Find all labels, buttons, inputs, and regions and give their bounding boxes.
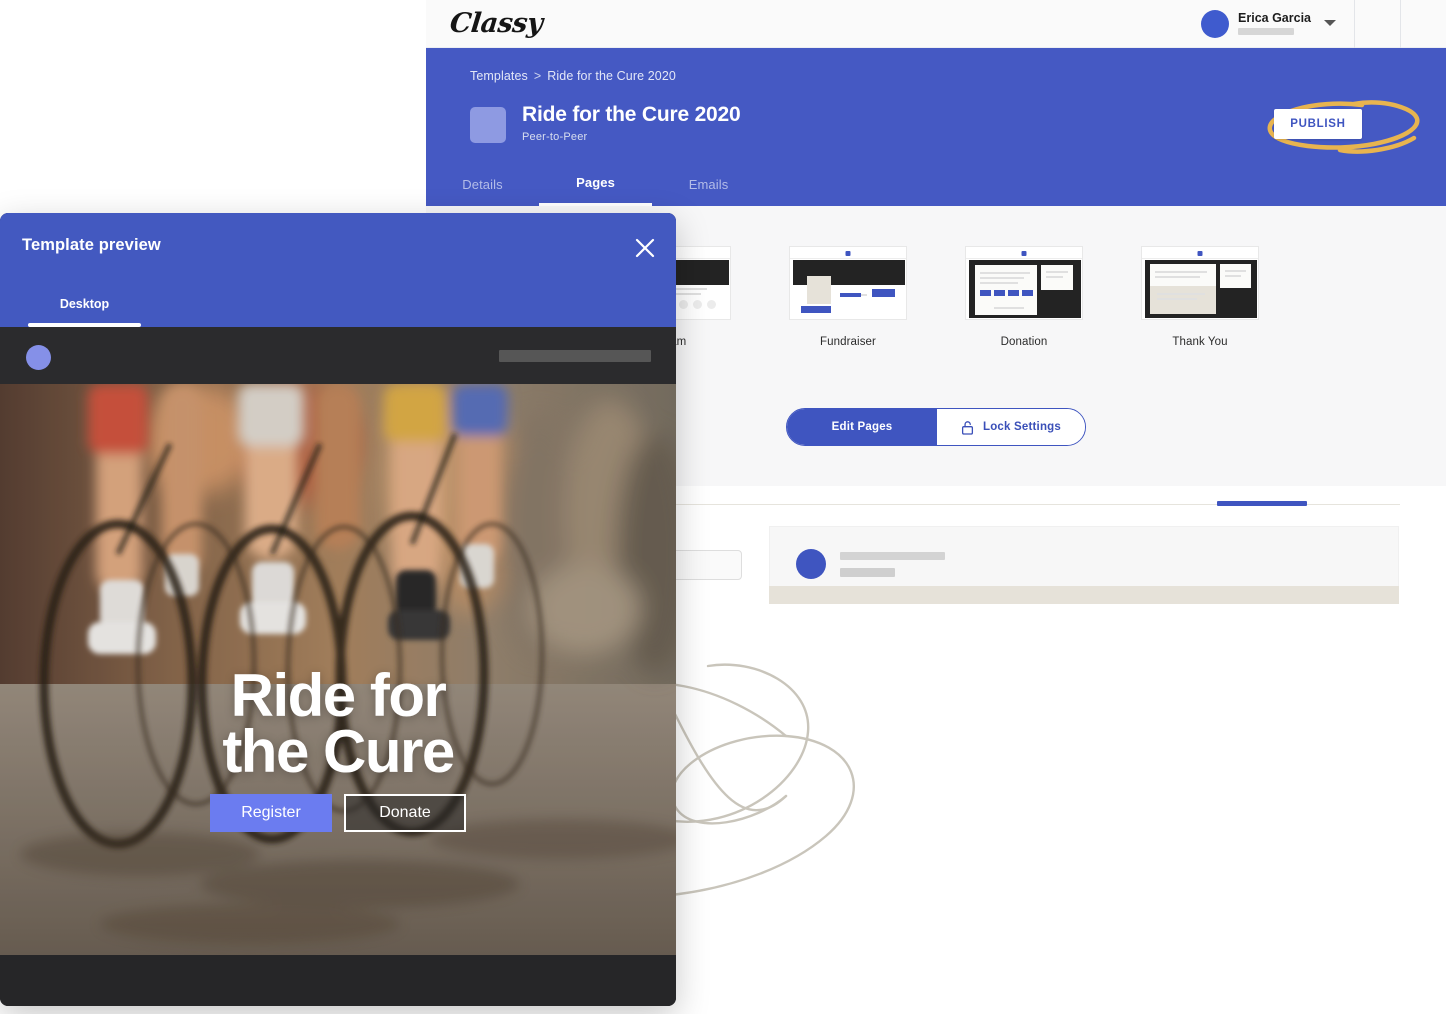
- breadcrumb-separator: >: [533, 69, 542, 83]
- thumb-shape: [1022, 290, 1033, 296]
- template-preview-modal: Template preview Desktop Ride for the Cu…: [0, 213, 676, 1006]
- user-subtitle-placeholder: [1238, 28, 1295, 36]
- thumbnail-preview: [1141, 246, 1259, 320]
- donate-button[interactable]: Donate: [344, 794, 466, 832]
- thumb-address-dot-icon: [845, 251, 851, 256]
- lock-settings-button[interactable]: Lock Settings: [937, 409, 1085, 445]
- page-thumbnail-donation[interactable]: Donation: [965, 246, 1083, 348]
- pages-action-group: Edit Pages Lock Settings: [786, 408, 1086, 446]
- thumb-address-dot-icon: [1197, 251, 1203, 256]
- hero-title-line-1: Ride for: [230, 662, 447, 729]
- thumb-shape: [679, 300, 688, 309]
- thumb-shape: [1150, 286, 1216, 314]
- ghost-avatar: [796, 549, 826, 579]
- ghost-text-line: [840, 552, 945, 560]
- thumb-shape: [1155, 276, 1200, 278]
- page-thumbnail-fundraiser[interactable]: Fundraiser: [789, 246, 907, 348]
- thumb-shape: [1046, 276, 1063, 278]
- tab-emails[interactable]: Emails: [652, 162, 765, 206]
- user-menu[interactable]: Erica Garcia: [1201, 9, 1354, 38]
- thumb-body: [969, 260, 1081, 318]
- tab-details[interactable]: Details: [426, 162, 539, 206]
- campaign-tabs: Details Pages Emails: [426, 162, 1446, 206]
- thumb-shape: [707, 300, 716, 309]
- thumb-shape: [1157, 293, 1205, 295]
- thumb-shape: [693, 300, 702, 309]
- thumb-shape: [1225, 270, 1246, 272]
- lock-settings-label: Lock Settings: [982, 421, 1061, 433]
- preview-cta-row: Register Donate: [0, 794, 676, 832]
- preview-logo-placeholder: [26, 345, 51, 370]
- chevron-down-icon[interactable]: [1324, 19, 1336, 26]
- thumb-shape: [994, 290, 1005, 296]
- hero-title-line-2: the Cure: [222, 718, 455, 786]
- page-thumbnail-thankyou[interactable]: Thank You: [1141, 246, 1259, 348]
- thumbnail-label: Fundraiser: [820, 336, 876, 348]
- register-button[interactable]: Register: [210, 794, 332, 832]
- preview-hero-section: Ride for the Cure Register Donate: [0, 384, 676, 955]
- thumb-shape: [980, 277, 1024, 279]
- modal-header: Template preview Desktop: [0, 213, 676, 327]
- thumb-shape: [980, 282, 1018, 284]
- thumbnail-preview: [789, 246, 907, 320]
- tab-pages[interactable]: Pages: [539, 162, 652, 206]
- toolbar-slot-1[interactable]: [1355, 0, 1400, 48]
- preview-copy-section: Register today and start training! Join …: [0, 955, 676, 1006]
- thumb-shape: [1225, 275, 1241, 277]
- user-name: Erica Garcia: [1238, 10, 1311, 25]
- thumb-shape: [872, 289, 895, 297]
- thumb-shape: [801, 306, 831, 313]
- thumb-shape: [861, 294, 867, 296]
- preview-hero-title: Ride for the Cure: [0, 662, 676, 786]
- thumbnail-label: Thank You: [1172, 336, 1228, 348]
- campaign-text-block: Ride for the Cure 2020 Peer-to-Peer: [522, 103, 741, 143]
- close-icon[interactable]: [632, 235, 658, 261]
- page-title: Ride for the Cure 2020: [522, 103, 741, 126]
- thumb-body: [1145, 260, 1257, 318]
- thumb-address-dot-icon: [1021, 251, 1027, 256]
- preview-nav-placeholder: [499, 350, 651, 362]
- breadcrumb-current: Ride for the Cure 2020: [547, 69, 676, 83]
- campaign-identity: Ride for the Cure 2020 Peer-to-Peer: [470, 103, 741, 143]
- thumb-shape: [1157, 298, 1197, 300]
- active-progress-indicator: [1217, 501, 1307, 506]
- campaign-header: Templates > Ride for the Cure 2020 Ride fo…: [426, 48, 1446, 206]
- avatar: [1201, 9, 1230, 38]
- screen-root: Classy Erica Garcia Templates > Ride for t…: [0, 0, 1446, 1014]
- modal-title: Template preview: [22, 236, 161, 254]
- edit-pages-button[interactable]: Edit Pages: [787, 409, 937, 445]
- thumb-shape: [994, 307, 1024, 309]
- breadcrumb-root[interactable]: Templates: [470, 69, 528, 83]
- thumb-shape: [840, 293, 861, 297]
- campaign-thumbnail: [470, 107, 506, 143]
- thumb-shape: [1046, 271, 1068, 273]
- unlocked-padlock-icon: [961, 420, 974, 435]
- app-top-bar: Classy Erica Garcia: [426, 0, 1446, 48]
- preview-section-heading: Register today and start training!: [0, 1005, 676, 1006]
- thumb-shape: [1008, 290, 1019, 296]
- thumb-shape: [1155, 271, 1207, 273]
- classy-logo: Classy: [448, 8, 544, 39]
- thumb-body: [793, 260, 905, 318]
- campaign-type: Peer-to-Peer: [522, 131, 588, 144]
- ghost-card-footer: [769, 586, 1399, 604]
- thumbnail-label: Donation: [1000, 336, 1048, 348]
- breadcrumb: Templates > Ride for the Cure 2020: [470, 69, 676, 83]
- user-text-block: Erica Garcia: [1238, 12, 1311, 36]
- thumb-shape: [980, 272, 1030, 274]
- thumb-shape: [807, 276, 831, 304]
- ghost-text-line: [840, 568, 895, 577]
- publish-button[interactable]: PUBLISH: [1274, 109, 1362, 139]
- thumb-shape: [980, 290, 991, 296]
- toolbar-slot-2[interactable]: [1401, 0, 1446, 48]
- thumbnail-preview: [965, 246, 1083, 320]
- preview-browser-chrome: [0, 327, 676, 384]
